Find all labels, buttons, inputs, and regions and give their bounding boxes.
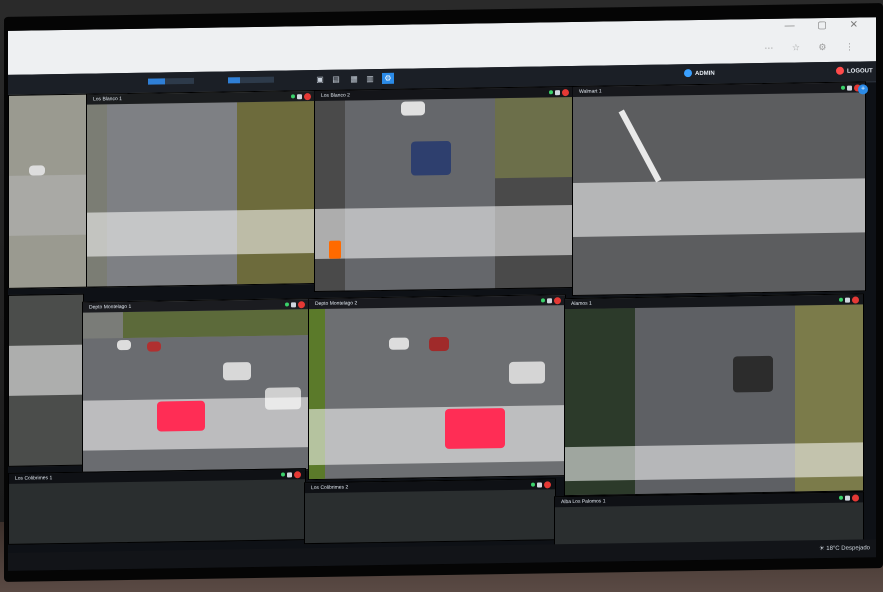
logout-icon bbox=[836, 67, 844, 76]
stat-memory bbox=[148, 78, 194, 87]
online-icon bbox=[281, 472, 285, 477]
camera-header: Alba Los Palomos 1 bbox=[555, 492, 863, 508]
camera-tile-partial-left[interactable] bbox=[8, 93, 88, 289]
settings-icon[interactable]: ⚙ bbox=[382, 72, 394, 84]
nav-logout[interactable]: LOGOUT bbox=[836, 65, 873, 78]
camera-title: Alamos 1 bbox=[571, 300, 592, 307]
settings-icon[interactable] bbox=[297, 93, 302, 99]
layout-icon[interactable]: ▤ bbox=[330, 74, 342, 85]
camera-title: Los Blanco 2 bbox=[321, 92, 350, 99]
settings-icon[interactable] bbox=[847, 85, 852, 91]
online-icon bbox=[285, 302, 289, 307]
camera-title: Depto Montelago 1 bbox=[89, 303, 132, 311]
weather-icon: ☀ bbox=[819, 546, 825, 553]
camera-header: Los Colibrimes 2 bbox=[305, 479, 555, 494]
online-icon bbox=[531, 482, 535, 487]
tiles-icon[interactable]: ▥ bbox=[364, 73, 376, 84]
online-icon bbox=[549, 90, 553, 95]
record-icon[interactable] bbox=[304, 92, 311, 100]
settings-icon[interactable] bbox=[845, 495, 850, 501]
nav-admin[interactable]: ADMIN bbox=[684, 68, 715, 80]
camera-tile-6[interactable]: Alamos 1 bbox=[564, 293, 864, 497]
camera-tile-5[interactable]: Depto Montelago 2 bbox=[308, 294, 566, 481]
camera-header: Los Colibrimes 1 bbox=[9, 469, 305, 484]
record-icon[interactable] bbox=[852, 493, 859, 502]
camera-icon[interactable]: ▣ bbox=[314, 74, 326, 85]
weather-text: 18°C Despejado bbox=[826, 545, 870, 552]
settings-icon[interactable] bbox=[291, 301, 296, 307]
camera-title: Alba Los Palomos 1 bbox=[561, 498, 606, 506]
screen: — ▢ ✕ ⋯ ☆ ⚙ ⋮ ▣ ▤ ▦ ▥ ⚙ ADMIN LOGOUT + L… bbox=[8, 17, 876, 571]
online-icon bbox=[541, 298, 545, 303]
online-icon bbox=[841, 85, 845, 90]
system-tray[interactable]: ☀ 18°C Despejado bbox=[819, 542, 870, 555]
camera-tile-1[interactable]: Los Blanco 1 bbox=[86, 90, 316, 288]
camera-tile-4[interactable]: Depto Montelago 1 bbox=[82, 298, 310, 474]
settings-icon[interactable] bbox=[547, 297, 552, 303]
record-icon[interactable] bbox=[852, 295, 859, 304]
settings-icon[interactable] bbox=[845, 297, 850, 303]
record-icon[interactable] bbox=[554, 296, 561, 304]
settings-icon[interactable] bbox=[287, 471, 292, 477]
stat-cpu bbox=[228, 77, 274, 86]
online-icon bbox=[839, 495, 843, 500]
camera-tile-8[interactable]: Los Colibrimes 2 bbox=[304, 478, 556, 545]
record-icon[interactable] bbox=[294, 470, 301, 478]
camera-tile-partial-left-2[interactable] bbox=[8, 293, 84, 467]
camera-title: Los Blanco 1 bbox=[93, 96, 122, 103]
camera-title: Los Colibrimes 1 bbox=[15, 475, 53, 482]
camera-tile-2[interactable]: Los Blanco 2 bbox=[314, 85, 574, 293]
monitor: — ▢ ✕ ⋯ ☆ ⚙ ⋮ ▣ ▤ ▦ ▥ ⚙ ADMIN LOGOUT + L… bbox=[4, 3, 883, 582]
camera-header: Walmart 1 bbox=[573, 82, 865, 97]
grid-icon[interactable]: ▦ bbox=[348, 73, 360, 84]
record-icon[interactable] bbox=[562, 88, 569, 96]
online-icon bbox=[839, 297, 843, 302]
settings-icon[interactable] bbox=[555, 89, 560, 95]
camera-tile-3[interactable]: Walmart 1 bbox=[572, 81, 866, 296]
online-icon bbox=[291, 94, 295, 99]
user-icon bbox=[684, 69, 692, 78]
camera-title: Los Colibrimes 2 bbox=[311, 484, 349, 492]
record-icon[interactable] bbox=[298, 300, 305, 308]
browser-toolbar-icons[interactable]: ⋯ ☆ ⚙ ⋮ bbox=[764, 41, 862, 54]
record-icon[interactable] bbox=[544, 480, 551, 488]
camera-title: Walmart 1 bbox=[579, 88, 602, 95]
camera-title: Depto Montelago 2 bbox=[315, 300, 358, 308]
window-controls[interactable]: — ▢ ✕ bbox=[785, 19, 868, 31]
camera-grid: Los Blanco 1 Los Blanco 2 Walmart 1 Dept… bbox=[8, 81, 876, 571]
camera-header: Depto Montelago 2 bbox=[309, 295, 565, 310]
settings-icon[interactable] bbox=[537, 481, 542, 488]
camera-tile-7[interactable]: Los Colibrimes 1 bbox=[8, 468, 306, 545]
